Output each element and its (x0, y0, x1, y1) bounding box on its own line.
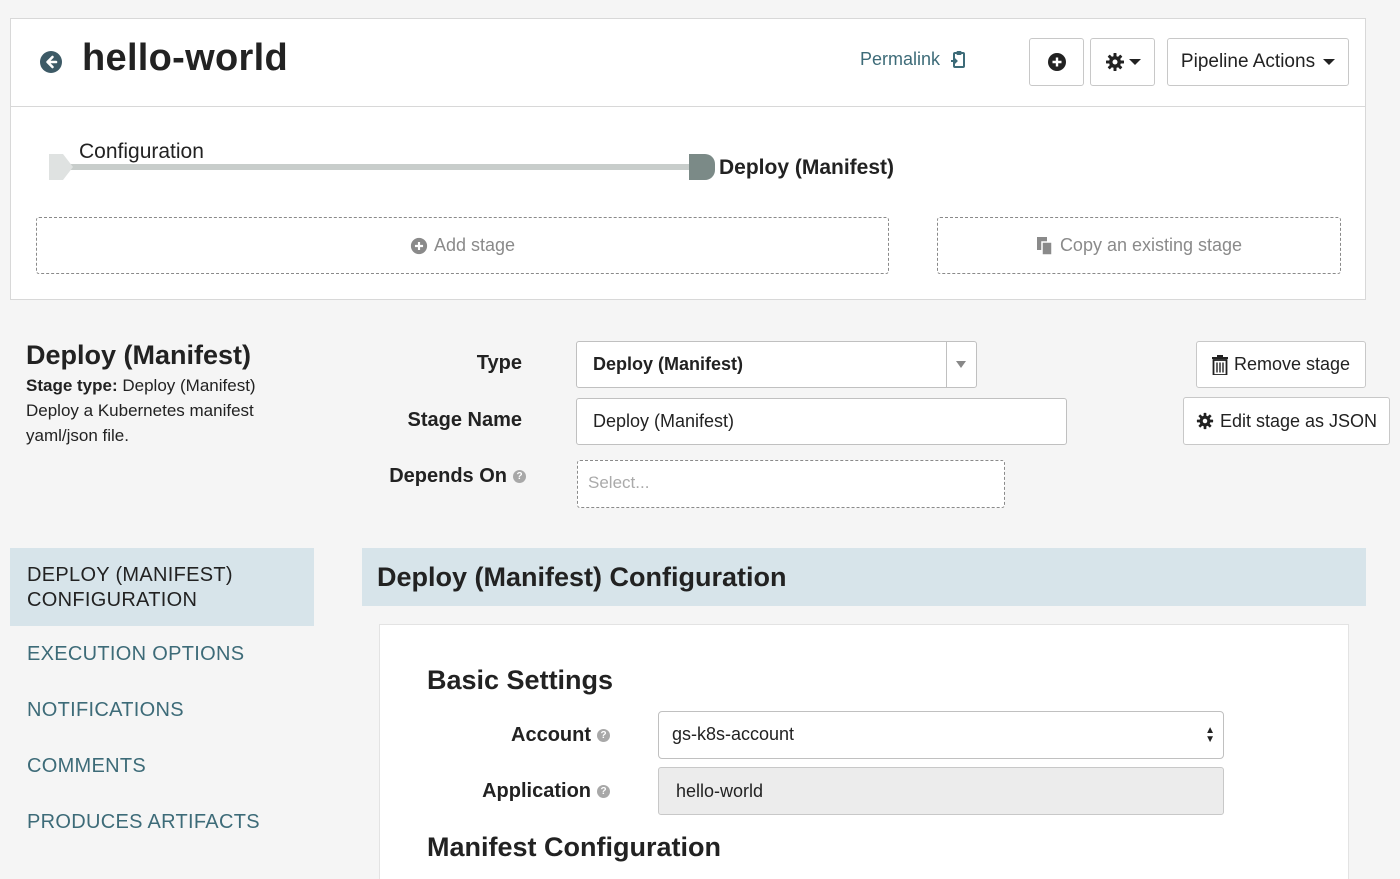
pipeline-actions-label: Pipeline Actions (1180, 51, 1316, 72)
plus-circle-icon (410, 237, 428, 254)
configuration-node[interactable] (49, 154, 73, 180)
type-select[interactable]: Deploy (Manifest) (576, 341, 977, 388)
chevron-down-icon (1323, 59, 1336, 65)
stage-type-prefix: Stage type: (26, 376, 118, 395)
application-field: hello-world (658, 767, 1224, 815)
select-divider (946, 342, 947, 387)
stage-title: Deploy (Manifest) (26, 340, 252, 370)
account-select-value: gs-k8s-account (672, 724, 795, 744)
question-circle-icon[interactable]: ? (513, 470, 526, 483)
settings-dropdown-button[interactable] (1090, 38, 1155, 86)
stage-name-label: Stage Name (407, 409, 523, 431)
nav-item-deploy-manifest-configuration[interactable]: DEPLOY (MANIFEST) CONFIGURATION (10, 548, 314, 626)
stage-name-input[interactable] (576, 398, 1067, 445)
chevron-down-icon (1128, 59, 1141, 65)
config-section-header: Deploy (Manifest) Configuration (362, 548, 1366, 606)
application-value: hello-world (676, 781, 764, 801)
depends-on-placeholder: Select... (588, 473, 650, 492)
remove-stage-label: Remove stage (1233, 354, 1351, 374)
nav-item-comments[interactable]: COMMENTS (10, 738, 314, 794)
deploy-stage-label[interactable]: Deploy (Manifest) (719, 156, 894, 180)
gear-icon (1196, 412, 1214, 430)
basic-settings-heading: Basic Settings (427, 665, 614, 695)
stage-type-value: Deploy (Manifest) (122, 376, 256, 395)
chevron-down-icon (956, 361, 966, 368)
account-label-text: Account (511, 724, 591, 746)
manifest-configuration-heading: Manifest Configuration (427, 832, 721, 862)
pipeline-actions-button[interactable]: Pipeline Actions (1167, 38, 1349, 86)
type-select-value: Deploy (Manifest) (593, 354, 744, 374)
pipeline-header-panel: hello-world Permalink Pipeline Actions C… (10, 18, 1366, 300)
stage-description-text: Deploy a Kubernetes manifest yaml/json f… (26, 401, 254, 445)
sort-arrows-icon: ▲ ▼ (1205, 725, 1215, 745)
trash-icon (1211, 354, 1228, 375)
copy-stage-label: Copy an existing stage (1059, 235, 1243, 255)
edit-stage-json-button[interactable]: Edit stage as JSON (1183, 397, 1390, 445)
question-circle-icon[interactable]: ? (597, 785, 610, 798)
permalink-label: Permalink (860, 49, 941, 69)
add-button[interactable] (1029, 38, 1084, 86)
account-select[interactable]: gs-k8s-account ▲ ▼ (658, 711, 1224, 759)
nav-item-produces-artifacts[interactable]: PRODUCES ARTIFACTS (10, 794, 314, 850)
pipeline-title-bar: hello-world Permalink Pipeline Actions (11, 19, 1365, 107)
application-label: Application ? (380, 780, 610, 803)
gear-icon (1105, 53, 1124, 71)
stage-section-nav: DEPLOY (MANIFEST) CONFIGURATION EXECUTIO… (10, 548, 314, 850)
permalink-link[interactable]: Permalink (860, 49, 968, 70)
nav-item-notifications[interactable]: NOTIFICATIONS (10, 682, 314, 738)
remove-stage-button[interactable]: Remove stage (1196, 341, 1366, 388)
deploy-manifest-node[interactable] (689, 154, 715, 180)
add-stage-button[interactable]: Add stage (36, 217, 889, 274)
application-label-text: Application (482, 780, 591, 802)
pipeline-graph-connector (61, 164, 713, 170)
copy-existing-stage-button[interactable]: Copy an existing stage (937, 217, 1341, 274)
copy-icon (1036, 236, 1053, 256)
stage-description: Stage type: Deploy (Manifest) Deploy a K… (26, 373, 296, 448)
pipeline-title: hello-world (82, 37, 288, 79)
add-stage-label: Add stage (433, 235, 516, 255)
question-circle-icon[interactable]: ? (597, 729, 610, 742)
edit-stage-json-label: Edit stage as JSON (1219, 410, 1378, 431)
depends-on-label: Depends On ? (360, 465, 526, 488)
type-label: Type (476, 352, 522, 374)
config-section-body: Basic Settings Account ? gs-k8s-account … (379, 624, 1349, 879)
depends-on-select[interactable]: Select... (577, 460, 1005, 508)
circle-arrow-left-icon[interactable] (39, 50, 63, 74)
config-section-title: Deploy (Manifest) Configuration (377, 562, 787, 592)
nav-item-execution-options[interactable]: EXECUTION OPTIONS (10, 626, 314, 682)
configuration-stage-label[interactable]: Configuration (79, 140, 204, 164)
clipboard-icon (951, 50, 966, 68)
account-label: Account ? (380, 724, 610, 747)
plus-circle-icon (1047, 53, 1066, 71)
depends-on-label-text: Depends On (389, 465, 507, 487)
